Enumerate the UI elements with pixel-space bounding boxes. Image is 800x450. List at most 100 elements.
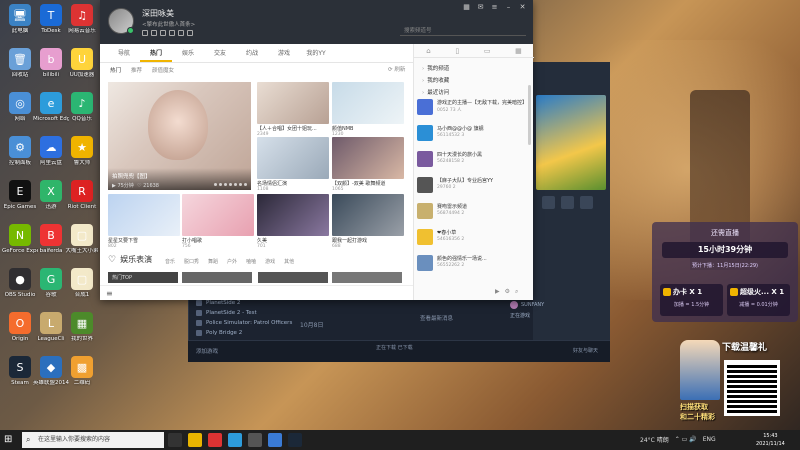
friend-row[interactable]: SUNFANY (510, 300, 608, 310)
badge-icon[interactable] (178, 30, 184, 36)
weather-widget[interactable]: 24°C 晴朗 (640, 435, 669, 444)
file-explorer-icon[interactable] (188, 433, 202, 447)
launcher-star-button[interactable] (580, 196, 593, 209)
desktop-icon[interactable]: U UU加速器 (64, 48, 100, 79)
desktop-icon[interactable]: ★ 鲁大师 (64, 136, 100, 167)
subtab-hot[interactable]: 热门 (110, 66, 121, 74)
stream-tile[interactable]: 名场情侣汇演 1108 (257, 137, 329, 192)
desktop-icon[interactable]: ▩ 二维码 (64, 356, 100, 387)
contacts-icon[interactable]: ▯ (455, 44, 459, 57)
recent-channel-item[interactable]: 赛吻雷示频道 56874494 2 (417, 203, 527, 223)
search-icon[interactable]: ⌕ (515, 288, 518, 296)
mail-icon[interactable]: ✉ (476, 3, 485, 12)
scrollbar[interactable] (528, 85, 531, 145)
refresh-button[interactable]: ⟳ 刷新 (388, 65, 405, 73)
chat-icon[interactable]: ▭ (484, 44, 491, 57)
recent-channel-item[interactable]: 颜色的强情乐一场说... 56552262 2 (417, 255, 527, 275)
menu-icon[interactable]: ≡ (106, 289, 113, 298)
add-game-button[interactable]: 添加游戏 (196, 347, 218, 355)
featured-stream[interactable]: 拍照兜兜【图】 ▶ 75分钟 ♡ 21638 (108, 82, 251, 190)
badge-icon[interactable] (160, 30, 166, 36)
tab-social[interactable]: 交友 (204, 44, 236, 62)
taskbar-search-input[interactable]: ⌕ 在这里输入你要搜索的内容 (22, 432, 164, 448)
skin-icon[interactable]: ▦ (462, 3, 471, 12)
recent-channel-item[interactable]: 马小西@@小@ 旗舰 56114532 3 (417, 125, 527, 145)
list-item[interactable]: Police Simulator: Patrol Officers (196, 318, 396, 328)
launcher-game-art[interactable] (536, 95, 606, 190)
tray-icons[interactable]: ⌃ ▭ 🔊 (675, 436, 697, 443)
obs-icon[interactable] (248, 433, 262, 447)
menu-icon[interactable]: ≡ (490, 3, 499, 12)
desktop-icon[interactable]: ▢ 合成1 (64, 268, 100, 299)
category-link[interactable]: 其他 (284, 258, 294, 265)
edge-icon[interactable] (228, 433, 242, 447)
category-link[interactable]: 音乐 (165, 258, 175, 265)
category-link[interactable]: 脱口秀 (184, 258, 199, 265)
badge-icon[interactable] (142, 30, 148, 36)
launcher-gear-button[interactable] (542, 196, 555, 209)
category-link[interactable]: 嗑嗑 (246, 258, 256, 265)
tab-entertainment[interactable]: 娱乐 (172, 44, 204, 62)
netease-music-icon[interactable] (208, 433, 222, 447)
stream-card[interactable] (258, 272, 328, 283)
minimize-icon[interactable]: – (504, 3, 513, 12)
downloads-button[interactable]: 正在下载 已下载 (376, 344, 413, 351)
stream-tile[interactable]: 久美 701 (257, 194, 329, 249)
tab-match[interactable]: 约战 (236, 44, 268, 62)
close-icon[interactable]: ✕ (518, 3, 527, 12)
language-indicator[interactable]: ENG (703, 436, 716, 443)
subtab-recommend[interactable]: 推荐 (131, 66, 142, 74)
tab-nav[interactable]: 导航 (108, 44, 140, 62)
video-icon[interactable]: ▶ (495, 288, 500, 296)
badge-icon[interactable] (169, 30, 175, 36)
steam-icon[interactable] (288, 433, 302, 447)
list-item[interactable]: PlanetSide 2 - Test (196, 308, 396, 318)
windows-start-icon[interactable]: ⊞ (4, 434, 16, 446)
tab-hot[interactable]: 热门 (140, 44, 172, 62)
my-favorites-link[interactable]: 我的收藏 (422, 76, 449, 84)
task-view-icon[interactable] (168, 433, 182, 447)
tab-games[interactable]: 游戏 (268, 44, 300, 62)
recent-channel-item[interactable]: 【麻子大队】专业后宫YY 29760 2 (417, 177, 527, 197)
friends-chat-button[interactable]: 好友与聊天 (573, 347, 598, 354)
category-link[interactable]: 舞蹈 (208, 258, 218, 265)
recent-channel-item[interactable]: 游戏正的主播—【无敌下载，完美暗控】 0052 73 人 (417, 99, 527, 119)
stream-tile[interactable]: 【人＋合唱】女团十姐玩... 2349 (257, 82, 329, 137)
apps-icon[interactable]: ▦ (515, 44, 522, 57)
list-item[interactable]: Poly Bridge 2 (196, 328, 396, 338)
stream-card[interactable] (182, 272, 252, 283)
subtab-beauty[interactable]: 颜值魔女 (152, 66, 174, 74)
category-link[interactable]: 户外 (227, 258, 237, 265)
desktop-icon[interactable]: ♪ QQ音乐 (64, 92, 100, 123)
stream-tile[interactable]: 星星又要下雪 802 (108, 194, 180, 249)
stream-tile[interactable]: 【双颜】-双美 歌舞频道 1065 (332, 137, 404, 192)
avatar[interactable] (108, 8, 134, 34)
carousel-dots[interactable] (214, 183, 247, 186)
home-icon[interactable]: ⌂ (426, 44, 430, 57)
launcher-info-button[interactable] (561, 196, 574, 209)
stream-tile[interactable]: 打小唱歌 756 (182, 194, 254, 249)
search-input[interactable]: 搜索频道号 (400, 24, 526, 36)
desktop-icon[interactable]: R Riot Client (64, 180, 100, 211)
badge-icon[interactable] (187, 30, 193, 36)
desktop-icon[interactable]: ▢ 大嘴王大小弟 (64, 224, 100, 255)
desktop-icon[interactable]: ▦ 我的世界 (64, 312, 100, 343)
settings-icon[interactable]: ⚙ (505, 288, 510, 296)
clock[interactable]: 15:43 2021/11/14 (756, 432, 785, 448)
desktop-icon[interactable]: ♫ 网易云音乐 (64, 4, 100, 35)
recent-channel-item[interactable]: 四十天漫长的旅小黑 56248158 2 (417, 151, 527, 171)
desktop-icon-label: Riot Client (67, 204, 97, 210)
recent-channel-item[interactable]: ❤春小草 54616356 2 (417, 229, 527, 249)
stream-tile[interactable]: 跟我一起打游戏 688 (332, 194, 404, 249)
stream-card[interactable] (332, 272, 402, 283)
tab-my-yy[interactable]: 我的YY (300, 44, 332, 62)
app-icon: B (40, 224, 62, 246)
recent-visits-link[interactable]: 最近访问 (422, 88, 449, 96)
badge-icon[interactable] (151, 30, 157, 36)
hot-top-card[interactable]: 热门TOP (108, 272, 178, 283)
category-link[interactable]: 游戏 (265, 258, 275, 265)
yy-icon[interactable] (268, 433, 282, 447)
user-signature[interactable]: <擎布此世傲人首条> (142, 20, 195, 28)
stream-tile[interactable]: 颜值NMB 1230 (332, 82, 404, 137)
my-channels-link[interactable]: 我的频道 (422, 64, 449, 72)
